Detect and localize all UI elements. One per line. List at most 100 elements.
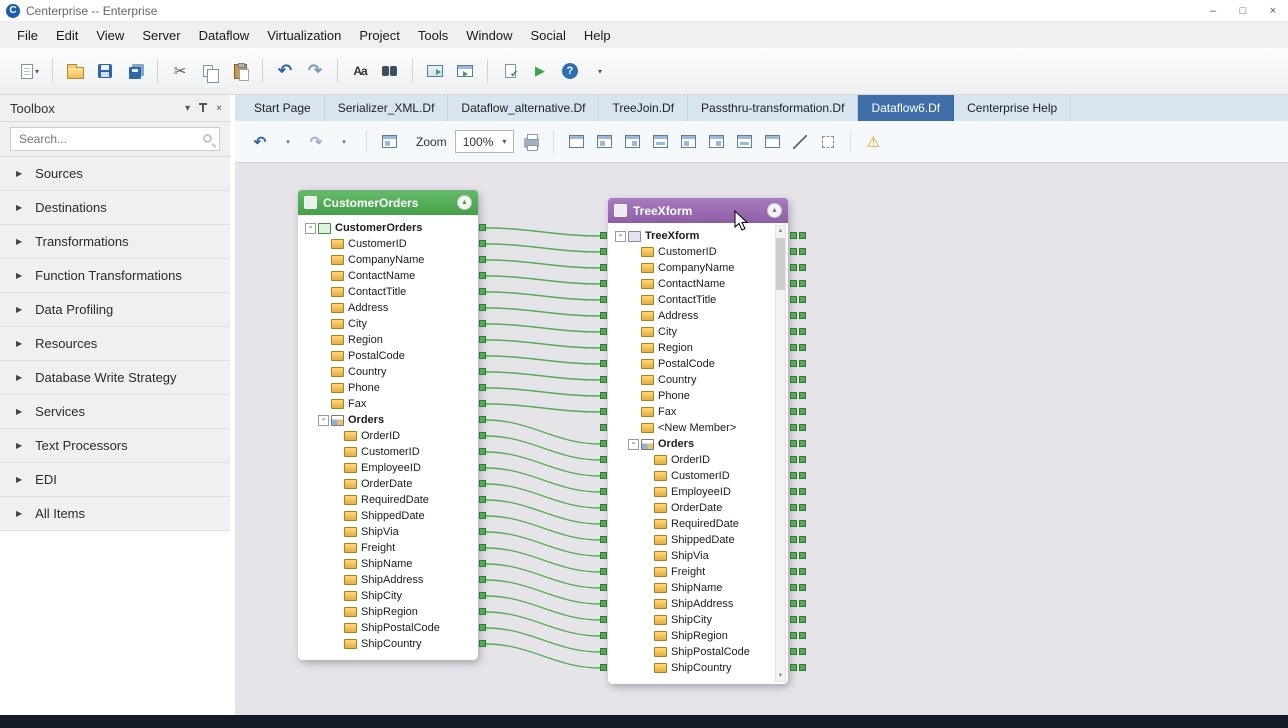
collapse-minus-icon[interactable]: - bbox=[615, 231, 626, 242]
tree-row[interactable]: ContactName bbox=[301, 268, 475, 284]
output-port[interactable] bbox=[479, 624, 486, 631]
tree-row[interactable]: -Orders bbox=[611, 436, 773, 452]
output-port[interactable] bbox=[790, 488, 797, 495]
print-diagram-button[interactable] bbox=[520, 129, 542, 155]
input-port[interactable] bbox=[600, 392, 607, 399]
output-port[interactable] bbox=[479, 560, 486, 567]
output-port[interactable] bbox=[790, 648, 797, 655]
tree-row[interactable]: ShipVia bbox=[301, 524, 475, 540]
output-port[interactable] bbox=[790, 536, 797, 543]
input-port[interactable] bbox=[600, 488, 607, 495]
tree-row[interactable]: CustomerID bbox=[611, 244, 773, 260]
output-port[interactable] bbox=[479, 448, 486, 455]
diagram-undo-button[interactable]: ↶ bbox=[249, 129, 271, 155]
tab-treejoin-df[interactable]: TreeJoin.Df bbox=[599, 95, 688, 121]
tree-row[interactable]: Country bbox=[611, 372, 773, 388]
copy-button[interactable] bbox=[196, 56, 224, 86]
collapse-node-button[interactable]: ▲ bbox=[457, 195, 472, 210]
output-port[interactable] bbox=[479, 528, 486, 535]
tree-row[interactable]: Address bbox=[301, 300, 475, 316]
open-button[interactable] bbox=[61, 56, 89, 86]
tree-row[interactable]: -CustomerOrders bbox=[301, 220, 475, 236]
output-port[interactable] bbox=[799, 424, 806, 431]
input-port[interactable] bbox=[600, 280, 607, 287]
straight-links-button[interactable] bbox=[789, 129, 811, 155]
output-port[interactable] bbox=[479, 400, 486, 407]
tree-row[interactable]: Region bbox=[611, 340, 773, 356]
input-port[interactable] bbox=[600, 536, 607, 543]
scroll-down-icon[interactable]: ▼ bbox=[778, 671, 784, 681]
output-port[interactable] bbox=[799, 584, 806, 591]
tab-dataflow-alternative-df[interactable]: Dataflow_alternative.Df bbox=[448, 95, 599, 121]
tree-row[interactable]: ContactName bbox=[611, 276, 773, 292]
output-port[interactable] bbox=[799, 376, 806, 383]
undo-button[interactable]: ↶ bbox=[271, 56, 299, 86]
output-port[interactable] bbox=[799, 664, 806, 671]
tree-row[interactable]: ShipCountry bbox=[611, 660, 773, 676]
input-port[interactable] bbox=[600, 440, 607, 447]
output-port[interactable] bbox=[790, 360, 797, 367]
input-port[interactable] bbox=[600, 648, 607, 655]
output-port[interactable] bbox=[799, 232, 806, 239]
paste-button[interactable] bbox=[226, 56, 254, 86]
tree-row[interactable]: ShipVia bbox=[611, 548, 773, 564]
output-port[interactable] bbox=[790, 472, 797, 479]
node-header[interactable]: TreeXform▲ bbox=[608, 198, 788, 223]
tree-row[interactable]: CompanyName bbox=[611, 260, 773, 276]
output-port[interactable] bbox=[790, 248, 797, 255]
input-port[interactable] bbox=[600, 248, 607, 255]
tree-row[interactable]: ContactTitle bbox=[611, 292, 773, 308]
toolbox-close-button[interactable]: × bbox=[216, 103, 222, 114]
tree-row[interactable]: RequiredDate bbox=[301, 492, 475, 508]
output-port[interactable] bbox=[799, 280, 806, 287]
output-port[interactable] bbox=[790, 552, 797, 559]
menu-item-server[interactable]: Server bbox=[133, 24, 189, 47]
output-port[interactable] bbox=[479, 336, 486, 343]
input-port[interactable] bbox=[600, 344, 607, 351]
tree-row[interactable]: -Orders bbox=[301, 412, 475, 428]
tree-row[interactable]: OrderDate bbox=[301, 476, 475, 492]
tree-row[interactable]: ShipAddress bbox=[611, 596, 773, 612]
output-port[interactable] bbox=[479, 384, 486, 391]
tab-serializer-xml-df[interactable]: Serializer_XML.Df bbox=[325, 95, 449, 121]
output-port[interactable] bbox=[790, 664, 797, 671]
tab-start-page[interactable]: Start Page bbox=[241, 95, 325, 121]
auto-layout-button[interactable] bbox=[565, 129, 587, 155]
output-port[interactable] bbox=[799, 488, 806, 495]
input-port[interactable] bbox=[600, 520, 607, 527]
output-port[interactable] bbox=[479, 288, 486, 295]
output-port[interactable] bbox=[479, 352, 486, 359]
output-port[interactable] bbox=[790, 264, 797, 271]
output-port[interactable] bbox=[799, 296, 806, 303]
tree-row[interactable]: CustomerID bbox=[301, 236, 475, 252]
tree-row[interactable]: ShipRegion bbox=[301, 604, 475, 620]
toolbox-category-edi[interactable]: ▶EDI bbox=[0, 463, 230, 497]
output-port[interactable] bbox=[479, 432, 486, 439]
input-port[interactable] bbox=[600, 328, 607, 335]
maximize-button[interactable]: □ bbox=[1228, 0, 1258, 21]
collapse-minus-icon[interactable]: - bbox=[305, 223, 316, 234]
output-port[interactable] bbox=[479, 464, 486, 471]
output-port[interactable] bbox=[479, 224, 486, 231]
output-port[interactable] bbox=[479, 544, 486, 551]
toolbox-category-destinations[interactable]: ▶Destinations bbox=[0, 191, 230, 225]
start-dataflow-button[interactable]: ▶ bbox=[526, 56, 554, 86]
menu-item-help[interactable]: Help bbox=[575, 24, 620, 47]
toggle-grid-button[interactable] bbox=[817, 129, 839, 155]
output-port[interactable] bbox=[479, 320, 486, 327]
output-port[interactable] bbox=[790, 520, 797, 527]
output-port[interactable] bbox=[799, 264, 806, 271]
collapse-node-button[interactable]: ▲ bbox=[767, 203, 782, 218]
tab-dataflow6-df[interactable]: Dataflow6.Df bbox=[858, 95, 954, 121]
toolbox-category-sources[interactable]: ▶Sources bbox=[0, 157, 230, 191]
output-port[interactable] bbox=[799, 456, 806, 463]
toolbox-category-database-write-strategy[interactable]: ▶Database Write Strategy bbox=[0, 361, 230, 395]
input-port[interactable] bbox=[600, 568, 607, 575]
collapse-minus-icon[interactable]: - bbox=[628, 439, 639, 450]
input-port[interactable] bbox=[600, 456, 607, 463]
output-port[interactable] bbox=[799, 408, 806, 415]
tree-row[interactable]: ShipName bbox=[301, 556, 475, 572]
tree-row[interactable]: City bbox=[301, 316, 475, 332]
output-port[interactable] bbox=[799, 632, 806, 639]
input-port[interactable] bbox=[600, 408, 607, 415]
